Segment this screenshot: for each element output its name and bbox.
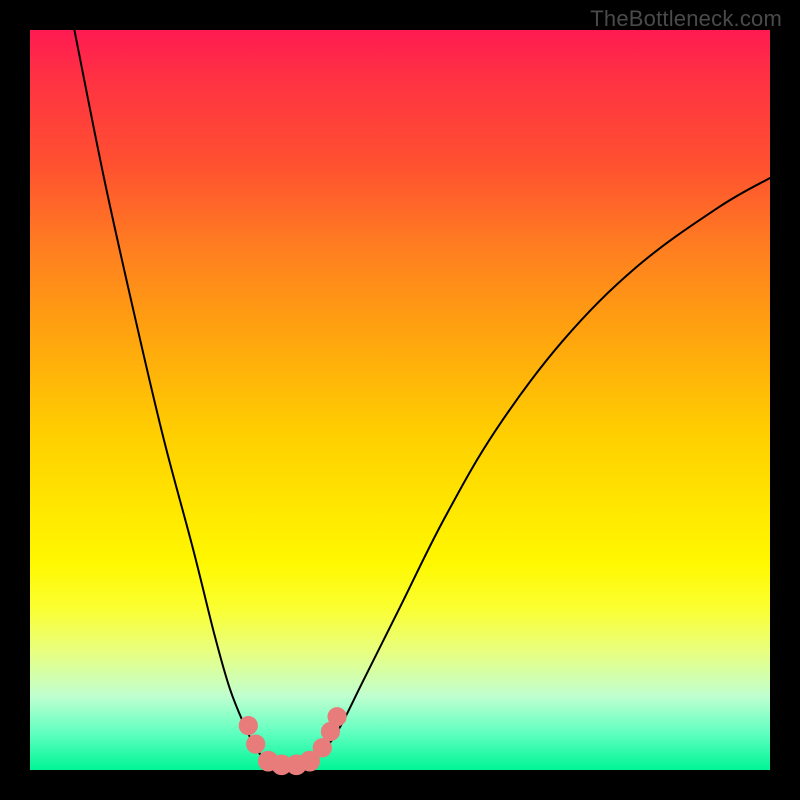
- data-marker: [327, 707, 346, 726]
- data-marker: [313, 738, 332, 757]
- series-right-branch: [311, 178, 770, 763]
- data-marker: [239, 716, 258, 735]
- curve-layer: [74, 30, 770, 767]
- chart-frame: TheBottleneck.com: [0, 0, 800, 800]
- data-marker: [246, 734, 265, 753]
- chart-svg: [30, 30, 770, 770]
- watermark-text: TheBottleneck.com: [590, 6, 782, 32]
- series-left-branch: [74, 30, 266, 763]
